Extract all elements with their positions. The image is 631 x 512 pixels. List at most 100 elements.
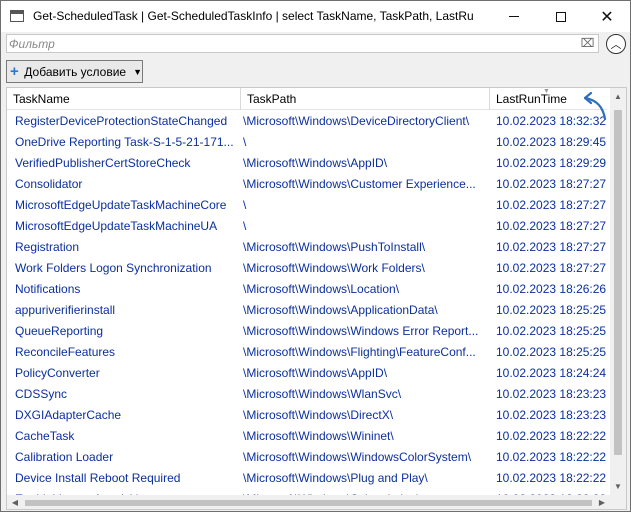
cell-taskpath: \Microsoft\Windows\AppID\ — [243, 366, 388, 380]
caret-down-icon: ▼ — [133, 66, 142, 77]
cell-taskpath: \Microsoft\Windows\Wininet\ — [243, 429, 394, 443]
collapse-criteria-button[interactable]: ︿ — [606, 34, 626, 54]
cell-taskpath: \Microsoft\Windows\Plug and Play\ — [243, 471, 428, 485]
cell-taskpath: \Microsoft\Windows\AppID\ — [243, 156, 388, 170]
console-window-icon — [10, 10, 24, 22]
column-header-taskpath[interactable]: TaskPath — [241, 88, 490, 110]
table-row[interactable]: VerifiedPublisherCertStoreCheck \Microsof… — [7, 153, 607, 174]
minimize-icon — [509, 16, 519, 17]
cell-lastruntime: 10.02.2023 18:27:27 — [496, 219, 606, 233]
add-condition-button[interactable]: + Добавить условие ▼ — [6, 60, 143, 83]
cell-lastruntime: 10.02.2023 18:27:27 — [496, 198, 606, 212]
horizontal-scrollbar[interactable]: ◀ ▶ — [7, 495, 610, 509]
cell-taskname: MicrosoftEdgeUpdateTaskMachineUA — [15, 219, 218, 233]
scrollbar-corner — [610, 495, 626, 509]
scroll-up-icon[interactable]: ▲ — [610, 88, 626, 105]
cell-taskpath: \Microsoft\Windows\ApplicationData\ — [243, 303, 438, 317]
table-row[interactable]: Notifications \Microsoft\Windows\Location… — [7, 279, 607, 300]
grid-header: TaskName TaskPath LastRunTime ▼ — [7, 88, 607, 110]
minimize-button[interactable] — [491, 1, 537, 32]
table-row[interactable]: RegisterDeviceProtectionStateChanged \Mic… — [7, 111, 607, 132]
table-row[interactable]: Calibration Loader \Microsoft\Windows\Win… — [7, 447, 607, 468]
scroll-right-icon[interactable]: ▶ — [594, 495, 610, 509]
cell-taskname: VerifiedPublisherCertStoreCheck — [15, 156, 191, 170]
cell-taskname: CDSSync — [15, 387, 68, 401]
cell-taskpath: \Microsoft\Windows\DeviceDirectoryClient… — [243, 114, 470, 128]
cell-taskname: Consolidator — [15, 177, 83, 191]
cell-taskname: appuriverifierinstall — [15, 303, 116, 317]
cell-lastruntime: 10.02.2023 18:23:23 — [496, 408, 606, 422]
cell-lastruntime: 10.02.2023 18:29:45 — [496, 135, 606, 149]
cell-taskname: Device Install Reboot Required — [15, 471, 181, 485]
cell-taskpath: \Microsoft\Windows\Flighting\FeatureConf… — [243, 345, 476, 359]
cell-taskpath: \ — [243, 135, 247, 149]
cell-taskpath: \Microsoft\Windows\Work Folders\ — [243, 261, 425, 275]
table-row[interactable]: MicrosoftEdgeUpdateTaskMachineUA \ 10.02.2… — [7, 216, 607, 237]
title-bar[interactable]: Get-ScheduledTask | Get-ScheduledTaskInf… — [1, 1, 630, 32]
cell-lastruntime: 10.02.2023 18:29:29 — [496, 156, 606, 170]
cell-taskpath: \Microsoft\Windows\Customer Experience..… — [243, 177, 476, 191]
cell-lastruntime: 10.02.2023 18:27:27 — [496, 177, 606, 191]
table-row[interactable]: appuriverifierinstall \Microsoft\Windows\… — [7, 300, 607, 321]
table-row[interactable]: OneDrive Reporting Task-S-1-5-21-171... \… — [7, 132, 607, 153]
scroll-down-icon[interactable]: ▼ — [610, 478, 626, 495]
cell-taskname: Notifications — [15, 282, 81, 296]
table-row[interactable]: CDSSync \Microsoft\Windows\WlanSvc\ 10.02.… — [7, 384, 607, 405]
cell-lastruntime: 10.02.2023 18:23:23 — [496, 387, 606, 401]
table-row[interactable]: Device Install Reboot Required \Microsoft… — [7, 468, 607, 489]
filter-box: ⌧ — [6, 34, 599, 53]
cell-lastruntime: 10.02.2023 18:22:22 — [496, 450, 606, 464]
table-row[interactable]: Registration \Microsoft\Windows\PushToIns… — [7, 237, 607, 258]
cell-taskname: Calibration Loader — [15, 450, 114, 464]
maximize-button[interactable] — [538, 1, 584, 32]
cell-lastruntime: 10.02.2023 18:25:25 — [496, 303, 606, 317]
vertical-scroll-thumb[interactable] — [614, 110, 622, 455]
cell-taskname: DXGIAdapterCache — [15, 408, 122, 422]
cell-lastruntime: 10.02.2023 18:24:24 — [496, 366, 606, 380]
cell-taskname: QueueReporting — [15, 324, 104, 338]
table-row[interactable]: MicrosoftEdgeUpdateTaskMachineCore \ 10.02… — [7, 195, 607, 216]
cell-taskname: CacheTask — [15, 429, 75, 443]
cell-taskpath: \Microsoft\Windows\DirectX\ — [243, 408, 394, 422]
table-row[interactable]: ReconcileFeatures \Microsoft\Windows\Flig… — [7, 342, 607, 363]
cell-lastruntime: 10.02.2023 18:22:22 — [496, 471, 606, 485]
clear-filter-icon[interactable]: ⌧ — [580, 36, 595, 51]
window-title: Get-ScheduledTask | Get-ScheduledTaskInf… — [33, 9, 473, 23]
cell-taskpath: \Microsoft\Windows\PushToInstall\ — [243, 240, 426, 254]
cell-lastruntime: 10.02.2023 18:22:22 — [496, 429, 606, 443]
cell-lastruntime: 10.02.2023 18:27:27 — [496, 261, 606, 275]
cell-lastruntime: 10.02.2023 18:26:26 — [496, 282, 606, 296]
filter-input[interactable] — [9, 35, 579, 52]
cell-taskpath: \ — [243, 198, 247, 212]
cell-lastruntime: 10.02.2023 18:25:25 — [496, 345, 606, 359]
sort-indicator-icon: ▼ — [543, 88, 550, 95]
table-row[interactable]: CacheTask \Microsoft\Windows\Wininet\ 10.0… — [7, 426, 607, 447]
cell-lastruntime: 10.02.2023 18:27:27 — [496, 240, 606, 254]
close-button[interactable]: ✕ — [584, 1, 630, 32]
chevron-up-icon: ︿ — [610, 39, 622, 51]
cell-taskpath: \Microsoft\Windows\WindowsColorSystem\ — [243, 450, 472, 464]
maximize-icon — [556, 11, 566, 22]
table-row[interactable]: Work Folders Logon Synchronization \Micro… — [7, 258, 607, 279]
vertical-scrollbar[interactable]: ▲ ▼ — [610, 88, 626, 495]
close-icon: ✕ — [600, 8, 614, 26]
cell-taskname: PolicyConverter — [15, 366, 100, 380]
horizontal-scroll-thumb[interactable] — [25, 500, 592, 506]
add-condition-label: Добавить условие — [24, 64, 127, 79]
cell-taskname: Work Folders Logon Synchronization — [15, 261, 212, 275]
cell-taskpath: \Microsoft\Windows\Windows Error Report.… — [243, 324, 479, 338]
table-row[interactable]: PolicyConverter \Microsoft\Windows\AppID\… — [7, 363, 607, 384]
grid-view-window: Get-ScheduledTask | Get-ScheduledTaskInf… — [0, 0, 631, 512]
cell-taskname: ReconcileFeatures — [15, 345, 116, 359]
column-header-taskname[interactable]: TaskName — [7, 88, 241, 110]
cell-taskname: Registration — [15, 240, 80, 254]
cell-taskname: OneDrive Reporting Task-S-1-5-21-171... — [15, 135, 234, 149]
cell-lastruntime: 10.02.2023 18:25:25 — [496, 324, 606, 338]
cell-taskname: MicrosoftEdgeUpdateTaskMachineCore — [15, 198, 227, 212]
table-row[interactable]: Consolidator \Microsoft\Windows\Customer … — [7, 174, 607, 195]
cell-taskpath: \ — [243, 219, 247, 233]
table-row[interactable]: QueueReporting \Microsoft\Windows\Windows… — [7, 321, 607, 342]
results-grid: TaskName TaskPath LastRunTime ▼ Register… — [6, 87, 627, 510]
table-row[interactable]: DXGIAdapterCache \Microsoft\Windows\Direc… — [7, 405, 607, 426]
scroll-left-icon[interactable]: ◀ — [7, 495, 23, 509]
